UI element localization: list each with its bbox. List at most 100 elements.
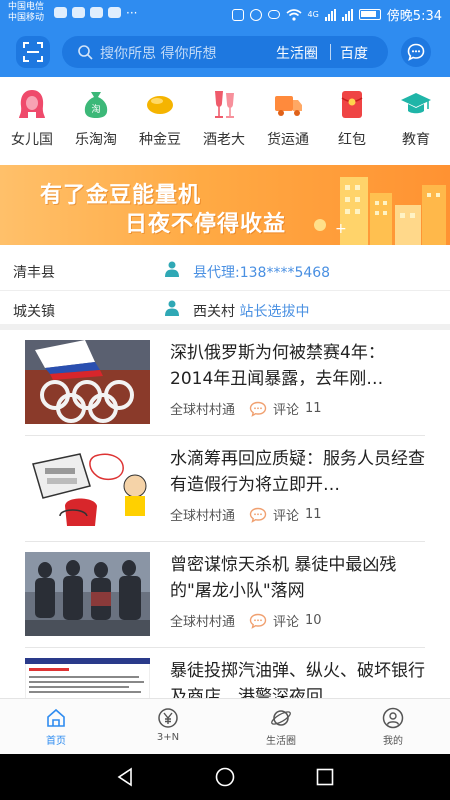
news-item[interactable]: 深扒俄罗斯为何被禁赛4年：2014年丑闻暴露，去年刚… 全球村村通 评论 11 [0, 330, 450, 436]
gold-bean-icon [147, 96, 173, 114]
notification-app-icon [54, 7, 67, 18]
tab-label: 生活圈 [266, 736, 296, 747]
red-envelope-icon [341, 91, 363, 118]
olympic-rings-image [25, 340, 150, 424]
news-thumbnail [25, 340, 150, 424]
notification-icons: ··· [54, 7, 137, 19]
banner-headline: 有了金豆能量机 [40, 183, 202, 208]
category-jiaoyu[interactable]: 教育 [384, 87, 448, 149]
category-label: 货运通 [267, 132, 309, 148]
location-icon [249, 8, 262, 21]
tab-label: 首页 [46, 736, 66, 747]
home-button-icon[interactable] [214, 766, 236, 788]
category-label: 女儿国 [11, 132, 53, 148]
category-label: 教育 [402, 132, 430, 148]
news-source: 全球村村通 [170, 509, 236, 524]
cartoon-illustration-image [25, 446, 150, 530]
news-thumbnail [25, 658, 150, 698]
arrest-photo-image [25, 552, 150, 636]
comment-count: 10 [305, 613, 322, 628]
scan-button[interactable] [16, 36, 50, 68]
search-scope-button[interactable]: 生活圈 [276, 43, 318, 63]
comment-count: 11 [305, 401, 322, 416]
cloud-icon [108, 7, 121, 18]
news-source: 全球村村通 [170, 615, 236, 630]
person-icon [165, 261, 179, 277]
category-huoyuntong[interactable]: 货运通 [256, 87, 320, 149]
village-info: 西关村 站长选拔中 [193, 301, 309, 321]
wechat-icon [72, 7, 85, 18]
comment-label: 评论 [273, 509, 300, 524]
app-screen: 中国电信 中国移动 ··· 4G 傍晚5:34 搜你所思 得你所想 生活圈 百度… [0, 0, 450, 800]
tab-label: 3+N [156, 732, 180, 743]
tab-profile[interactable]: 我的 [353, 707, 433, 747]
search-box[interactable]: 搜你所思 得你所想 生活圈 百度 [62, 36, 388, 68]
category-label: 红包 [338, 132, 366, 148]
tab-home[interactable]: 首页 [16, 707, 96, 747]
signal-2-icon [341, 8, 353, 21]
news-source: 全球村村通 [170, 403, 236, 418]
promo-banner[interactable]: 有了金豆能量机 日夜不停得收益 + [0, 165, 450, 245]
news-thumbnail [25, 552, 150, 636]
carrier-info: 中国电信 中国移动 [8, 2, 44, 24]
search-engine-button[interactable]: 百度 [340, 43, 368, 63]
carrier-1: 中国电信 [8, 2, 45, 12]
home-icon [47, 708, 65, 727]
status-time: 傍晚5:34 [386, 9, 442, 24]
header-bar: 搜你所思 得你所想 生活圈 百度 [0, 27, 450, 77]
planet-icon [271, 710, 291, 726]
category-zhongjindou[interactable]: 种金豆 [128, 87, 192, 149]
tab-3n[interactable]: 3+N [128, 707, 208, 743]
town-row[interactable]: 城关镇 西关村 站长选拔中 [0, 291, 450, 326]
news-title: 深扒俄罗斯为何被禁赛4年：2014年丑闻暴露，去年刚… [170, 343, 385, 389]
battery-icon [358, 9, 381, 20]
status-bar: 中国电信 中国移动 ··· 4G 傍晚5:34 [0, 0, 450, 27]
bottom-tab-bar: 首页 3+N 生活圈 我的 [0, 698, 450, 754]
category-label: 乐淘淘 [75, 132, 117, 148]
news-title: 水滴筹再回应质疑：服务人员经查有造假行为将立即开… [170, 449, 425, 495]
wifi-icon [285, 8, 302, 21]
comment-label: 评论 [273, 615, 300, 630]
news-item[interactable]: 水滴筹再回应质疑：服务人员经查有造假行为将立即开… 全球村村通 评论 11 [0, 436, 450, 542]
status-right: 4G 傍晚5:34 [231, 5, 442, 24]
category-hongbao[interactable]: 红包 [320, 87, 384, 149]
tab-life-circle[interactable]: 生活圈 [241, 707, 321, 747]
graduation-cap-icon [401, 93, 431, 114]
category-letaotao[interactable]: 淘 乐淘淘 [64, 87, 128, 149]
county-row[interactable]: 清丰县 县代理:138****5468 [0, 249, 450, 291]
signal-icon [324, 8, 336, 21]
category-label: 种金豆 [139, 132, 181, 148]
comment-count: 11 [305, 507, 322, 522]
news-thumbnail [25, 446, 150, 530]
back-icon[interactable] [114, 766, 136, 788]
category-label: 酒老大 [203, 132, 245, 148]
category-jiulaoda[interactable]: 酒老大 [192, 87, 256, 149]
category-nuerguo[interactable]: 女儿国 [0, 87, 64, 149]
village-name: 西关村 [193, 304, 235, 320]
county-agent[interactable]: 县代理:138****5468 [193, 262, 330, 282]
wine-glass-icon [215, 91, 234, 118]
tab-label: 我的 [383, 736, 403, 747]
comment-icon [249, 507, 267, 523]
news-title: 暴徒投掷汽油弹、纵火、破坏银行及商店，港警深夜回… [170, 661, 425, 698]
recents-icon[interactable] [314, 766, 336, 788]
vibrate-icon [231, 8, 244, 21]
network-type: 4G [307, 10, 319, 19]
message-icon [90, 7, 103, 18]
comment-icon [249, 401, 267, 417]
truck-icon [275, 96, 302, 116]
search-placeholder[interactable]: 搜你所思 得你所想 [100, 43, 216, 63]
person-icon [165, 300, 179, 316]
news-item[interactable]: 曾密谋惊天杀机 暴徒中最凶残的"屠龙小队"落网 全球村村通 评论 10 [0, 542, 450, 648]
news-meta: 全球村村通 评论 11 [170, 399, 322, 418]
banner-subline: 日夜不停得收益 [125, 212, 287, 237]
news-meta: 全球村村通 评论 10 [170, 611, 322, 630]
news-item[interactable]: 暴徒投掷汽油弹、纵火、破坏银行及商店，港警深夜回… [0, 648, 450, 698]
village-status[interactable]: 站长选拔中 [239, 304, 309, 320]
chat-bubble-icon [407, 43, 425, 61]
news-title: 曾密谋惊天杀机 暴徒中最凶残的"屠龙小队"落网 [170, 555, 397, 601]
comment-icon [249, 613, 267, 629]
profile-icon [382, 707, 404, 729]
chat-button[interactable] [401, 37, 431, 67]
news-meta: 全球村村通 评论 11 [170, 505, 322, 524]
